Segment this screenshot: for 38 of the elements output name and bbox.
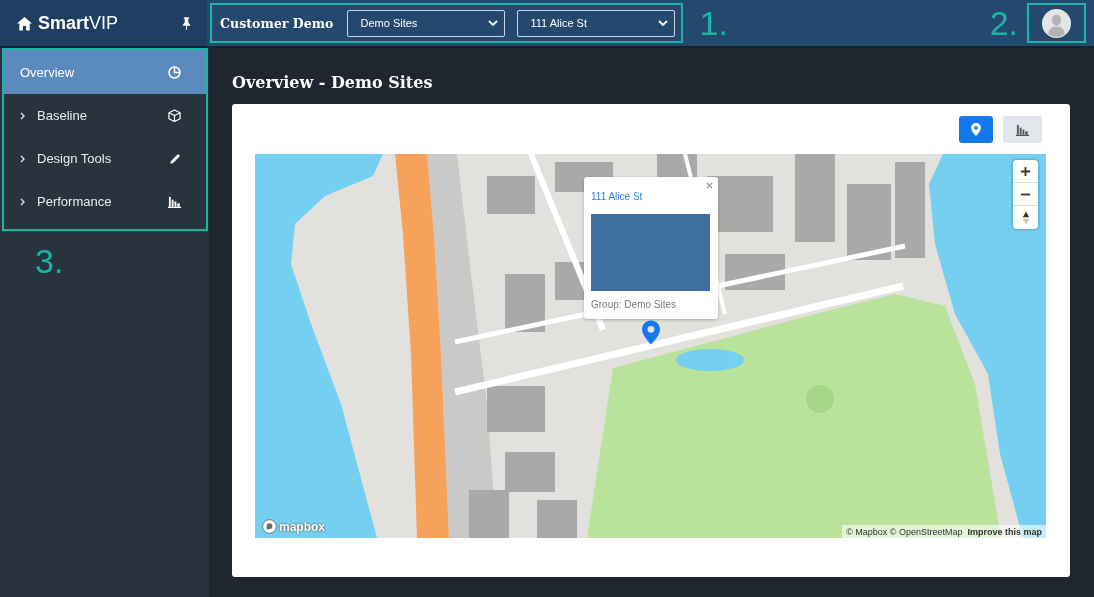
caret-icon <box>487 20 498 26</box>
annotation-label: 3. <box>35 243 64 279</box>
brand-name: SmartVIP <box>38 12 119 34</box>
nav-item[interactable]: Design Tools <box>4 137 206 180</box>
pie-chart-icon <box>168 65 181 79</box>
caret-icon <box>657 20 668 26</box>
attribution-text: © Mapbox © OpenStreetMap <box>846 526 963 537</box>
site-select[interactable]: 111 Alice St <box>516 9 675 37</box>
nav-item[interactable]: Overview <box>4 50 206 94</box>
map-view-button[interactable] <box>959 116 993 143</box>
close-icon[interactable] <box>706 182 713 189</box>
chevron-icon <box>20 111 25 120</box>
bar-chart-icon <box>1016 123 1029 136</box>
group-select[interactable]: Demo Sites <box>346 9 505 37</box>
compass-icon <box>1021 210 1030 225</box>
customer-name: Customer Demo <box>220 15 334 31</box>
chart-view-button[interactable] <box>1003 116 1042 143</box>
cube-icon <box>168 109 181 122</box>
logo-icon <box>262 519 277 534</box>
pencil-icon <box>169 152 181 165</box>
home-icon <box>16 15 33 31</box>
page-title: Overview - Demo Sites <box>232 72 433 94</box>
site-link[interactable]: 111 Alice St <box>591 191 643 203</box>
plus-icon <box>1020 165 1031 177</box>
avatar-icon[interactable] <box>1042 8 1071 38</box>
improve-map-link[interactable]: Improve this map <box>967 526 1042 537</box>
nav-item[interactable]: Baseline <box>4 94 206 137</box>
chevron-icon <box>20 154 25 163</box>
nav-item[interactable]: Performance <box>4 180 206 223</box>
map-marker-icon <box>971 123 981 136</box>
chevron-icon <box>20 197 25 206</box>
pin-icon[interactable] <box>182 16 191 30</box>
annotation-label: 1. <box>699 5 728 41</box>
bar-chart-icon <box>168 195 181 208</box>
annotation-label: 2. <box>989 5 1018 41</box>
popup-group-text: Group: Demo Sites <box>591 299 677 311</box>
map-marker-icon[interactable] <box>642 320 660 345</box>
map-logo-text: mapbox <box>279 519 325 534</box>
